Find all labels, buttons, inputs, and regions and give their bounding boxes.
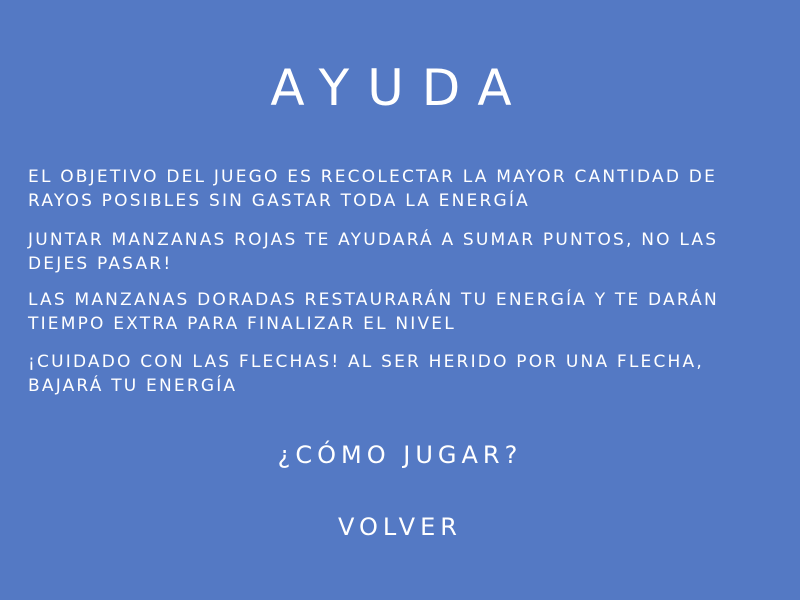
page-title: Ayuda bbox=[270, 59, 530, 117]
help-paragraph-golden-apples: Las manzanas doradas restaurarán tu ener… bbox=[28, 290, 719, 334]
help-screen: Ayuda El objetivo del juego es recolecta… bbox=[0, 0, 800, 600]
help-paragraph-arrows: ¡Cuidado con las flechas! Al ser herido … bbox=[28, 352, 704, 396]
back-button[interactable]: Volver bbox=[0, 512, 800, 542]
help-paragraph-objective: El objetivo del juego es recolectar la m… bbox=[28, 167, 718, 211]
how-to-play-button[interactable]: ¿Cómo jugar? bbox=[0, 440, 800, 470]
help-paragraph-red-apples: Juntar manzanas rojas te ayudará a sumar… bbox=[28, 230, 719, 274]
